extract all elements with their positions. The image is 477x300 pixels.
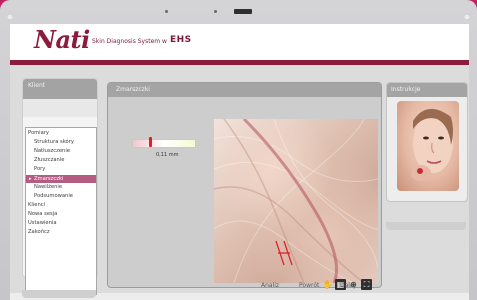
skin-microscope-image[interactable]	[214, 119, 378, 283]
nav-menu: Pomiary Struktura skóry Natłuszczenie Złusz…	[25, 127, 97, 295]
analyze-button[interactable]: Analiz	[261, 282, 279, 289]
menu-item-label: Nawilżenie	[34, 184, 63, 190]
menu-item-label: Pomiary	[28, 130, 49, 136]
menu-item-nowa-sesja[interactable]: Nowa sesja	[28, 211, 57, 217]
menu-item-label: Klienci	[28, 202, 46, 208]
menu-item-zakończ[interactable]: Zakończ	[28, 229, 50, 235]
brand-name: EHS	[170, 35, 192, 45]
scale-marker[interactable]	[149, 137, 152, 147]
face-illustration	[411, 108, 453, 181]
instructions-panel-title: Instrukcje	[391, 86, 421, 93]
client-panel: Klient Pomiary Struktura skóry Natłuszczen…	[22, 78, 98, 295]
client-panel-footer	[22, 290, 96, 298]
menu-item-pomiary[interactable]: Pomiary	[28, 130, 49, 136]
analysis-panel-title: Zmarszczki	[116, 86, 150, 93]
menu-item-pory[interactable]: Pory	[34, 166, 45, 172]
app-subtitle: Skin Diagnosis System w	[92, 38, 167, 45]
bottom-navigation: Analiz Powrót Dalej	[107, 280, 380, 296]
menu-item-label: Natłuszczenie	[34, 148, 70, 154]
instructions-panel-footer	[386, 222, 466, 230]
menu-item-label: Złuszczanie	[34, 157, 65, 163]
brand-bar: Nati Skin Diagnosis System w EHS	[10, 24, 469, 60]
menu-item-label: Pory	[34, 166, 46, 172]
instructions-panel-header: Instrukcje	[387, 83, 467, 97]
app-logo: Nati	[34, 25, 90, 54]
screw-right	[464, 14, 470, 20]
menu-item-złuszczanie[interactable]: Złuszczanie	[34, 157, 64, 163]
chevron-right-icon: ▸	[29, 176, 32, 182]
menu-item-zmarszczki[interactable]: ▸ Zmarszczki	[26, 175, 96, 183]
instructions-panel: Instrukcje	[386, 82, 468, 202]
menu-item-label: Zmarszczki	[34, 176, 64, 182]
wrinkle-marker-lines	[275, 240, 293, 266]
app-screen: Nati Skin Diagnosis System w EHS Klient …	[10, 24, 469, 300]
indicator-dot-right	[214, 10, 217, 13]
client-panel-header: Klient	[23, 79, 97, 99]
menu-item-label: Nowa sesja	[28, 211, 58, 217]
menu-item-label: Podsumowanie	[34, 193, 73, 199]
measurement-scale	[132, 137, 196, 148]
menu-item-ustawienia[interactable]: Ustawienia	[28, 220, 57, 226]
menu-item-nawilżenie[interactable]: Nawilżenie	[34, 184, 62, 190]
instruction-face-image	[397, 101, 459, 191]
skin-texture	[214, 119, 378, 283]
menu-item-label: Ustawienia	[28, 220, 57, 226]
menu-item-label: Struktura skóry	[34, 139, 74, 145]
client-panel-title: Klient	[28, 82, 46, 89]
back-button[interactable]: Powrót	[299, 282, 319, 289]
client-info-box	[23, 99, 97, 117]
next-button[interactable]: Dalej	[340, 282, 355, 289]
menu-item-podsumowanie[interactable]: Podsumowanie	[34, 193, 73, 199]
analysis-panel-header: Zmarszczki	[108, 83, 381, 97]
measurement-value: 0,11 mm	[156, 152, 179, 158]
menu-item-natłuszczenie[interactable]: Natłuszczenie	[34, 148, 70, 154]
menu-item-klienci[interactable]: Klienci	[28, 202, 45, 208]
analysis-panel: Zmarszczki 0,11 mm ✋ ▦ ⊕ ⛶	[107, 82, 382, 290]
menu-item-label: Zakończ	[28, 229, 50, 235]
menu-item-struktura-skóry[interactable]: Struktura skóry	[34, 139, 74, 145]
screw-left	[7, 14, 13, 20]
webcam	[234, 9, 252, 14]
indicator-dot-left	[165, 10, 168, 13]
